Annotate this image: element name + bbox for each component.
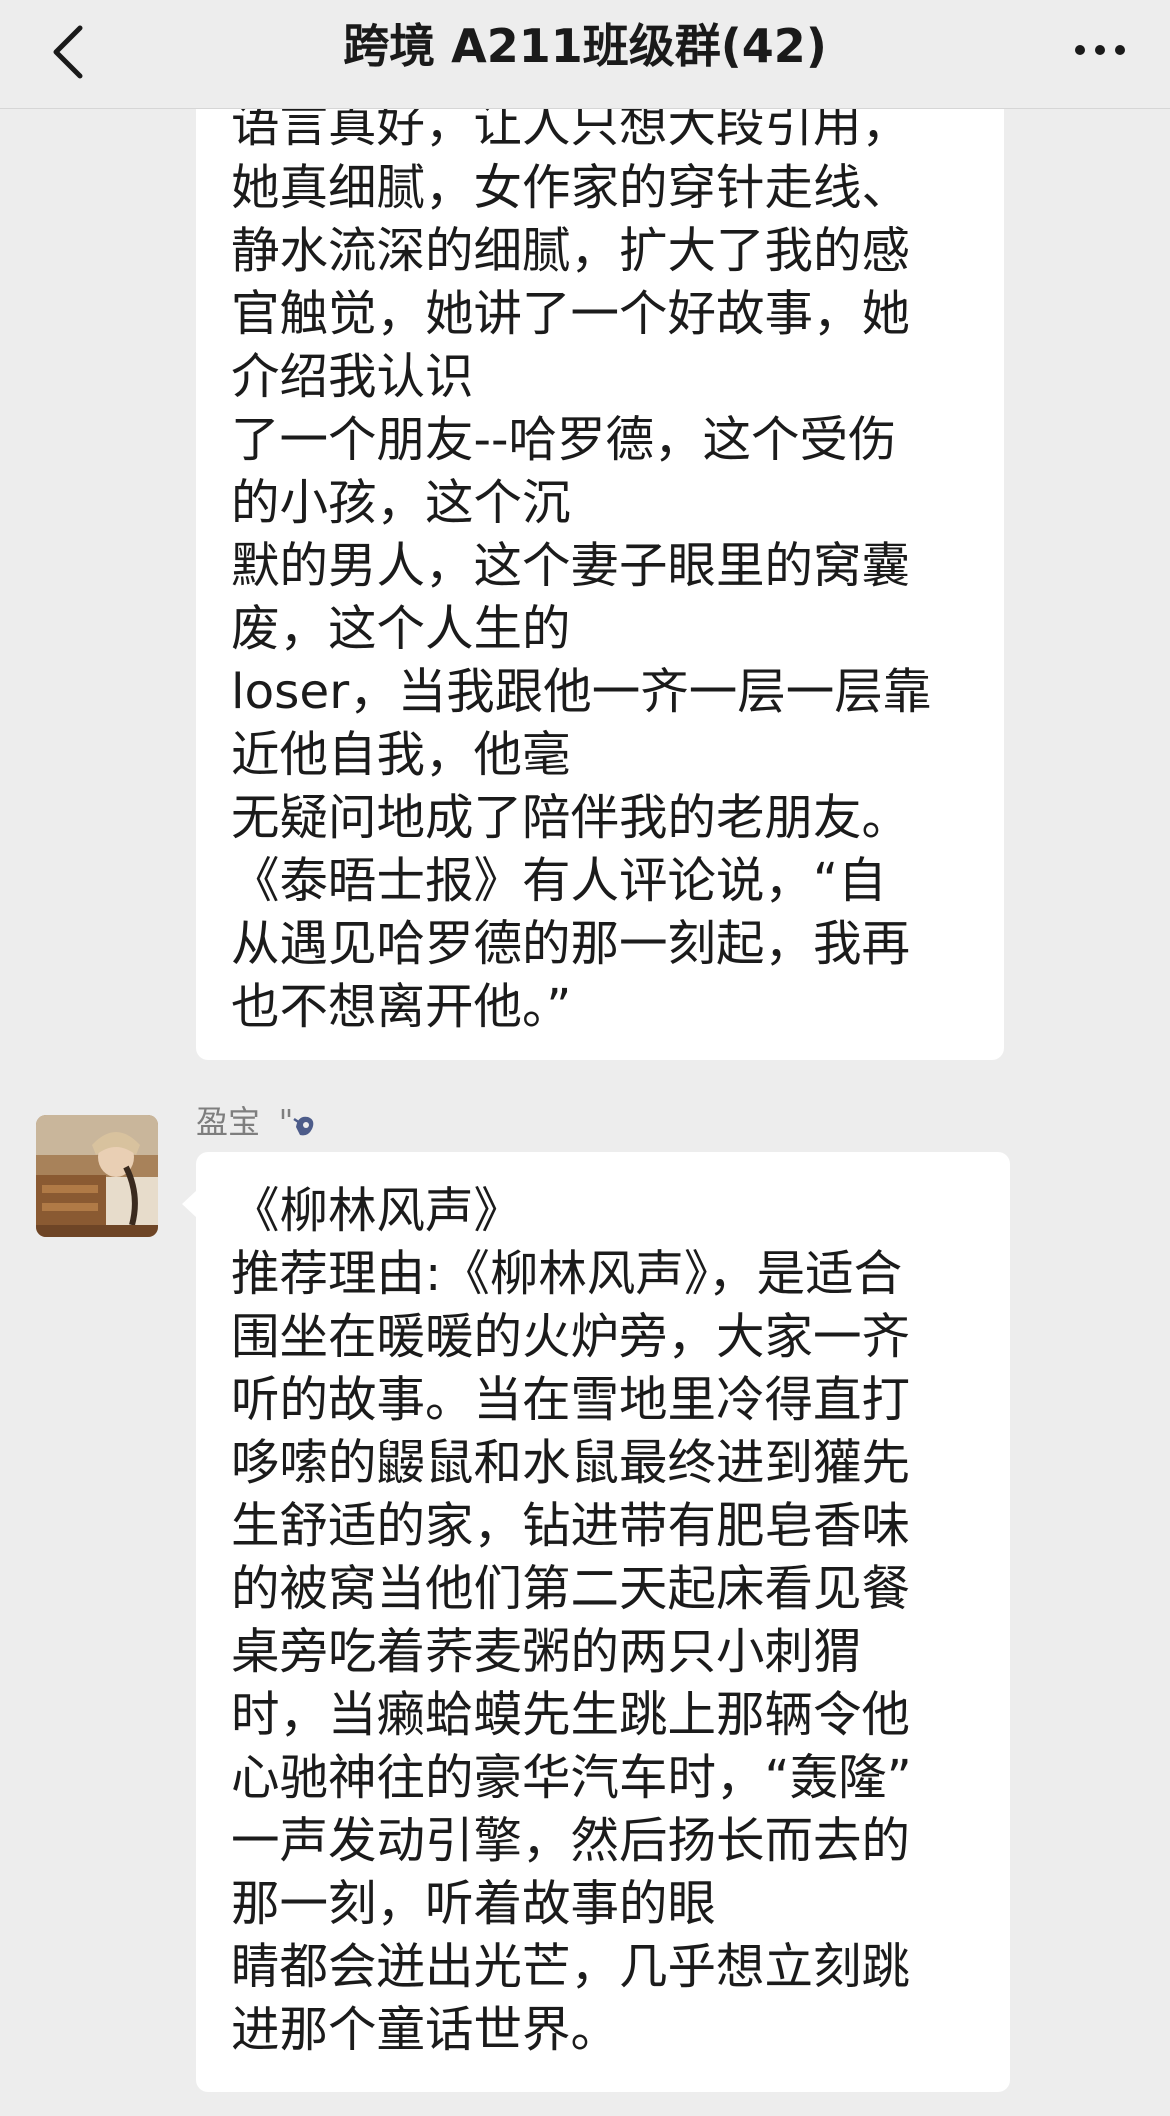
message-line: 介绍我认识 (231, 349, 474, 405)
message-line: 那一刻，听着故事的眼 (231, 1876, 717, 1932)
message-text: 语言真好，让人只想大段引用， 她真细腻，女作家的穿针走线、 静水流深的细腻，扩大… (231, 108, 931, 1039)
message-bubble[interactable]: 语言真好，让人只想大段引用， 她真细腻，女作家的穿针走线、 静水流深的细腻，扩大… (196, 108, 1004, 1060)
message-line: 《柳林风声》 (231, 1183, 523, 1239)
message-line: loser，当我跟他一齐一层一层靠 (231, 664, 932, 720)
message-line: 废，这个人生的 (231, 601, 571, 657)
message-line: 了一个朋友--哈罗德，这个受伤 (231, 412, 897, 468)
message-line: 也不想离开他。” (231, 979, 572, 1035)
sender-name-row: 盈宝 (196, 1102, 318, 1142)
more-options-icon[interactable] (1070, 30, 1130, 70)
message-line: 时，当癞蛤蟆先生跳上那辆令他 (231, 1687, 911, 1743)
message-line: 《泰晤士报》有人评论说，“自 (231, 853, 887, 909)
message-line: 无疑问地成了陪伴我的老朋友。 (231, 790, 911, 846)
message-line: 的被窝当他们第二天起床看见餐 (231, 1561, 911, 1617)
message-line: 官触觉，她讲了一个好故事，她 (231, 286, 911, 342)
sender-avatar[interactable] (36, 1115, 158, 1237)
message-line: 桌旁吃着荞麦粥的两只小刺猬 (231, 1624, 862, 1680)
avatar-image (36, 1115, 158, 1237)
message-line: 生舒适的家，钻进带有肥皂香味 (231, 1498, 911, 1554)
message-bubble[interactable]: 《柳林风声》 推荐理由:《柳林风声》，是适合 围坐在暖暖的火炉旁，大家一齐 听的… (182, 1152, 1010, 2092)
message-line: 从遇见哈罗德的那一刻起，我再 (231, 916, 911, 972)
message-line: 的小孩，这个沉 (231, 475, 571, 531)
message-line: 心驰神往的豪华汽车时，“轰隆” (231, 1750, 912, 1806)
message-line: 默的男人，这个妻子眼里的窝囊 (231, 538, 911, 594)
message-line: 进那个童话世界。 (231, 2002, 620, 2058)
message-line: 近他自我，他毫 (231, 727, 571, 783)
message-line: 哆嗦的鼹鼠和水鼠最终进到獾先 (231, 1435, 911, 1491)
message-line: 推荐理由:《柳林风声》，是适合 (231, 1246, 903, 1302)
sender-badge-icon (281, 1109, 314, 1136)
message-line: 一声发动引擎，然后扬长而去的 (231, 1813, 911, 1869)
sender-name: 盈宝 (196, 1103, 261, 1141)
message-line: 听的故事。当在雪地里冷得直打 (231, 1372, 911, 1428)
navigation-bar: 跨境 A211班级群(42) (0, 0, 1170, 109)
message-line: 语言真好，让人只想大段引用， (231, 108, 911, 153)
message-line: 她真细腻，女作家的穿针走线、 (231, 160, 911, 216)
chat-title: 跨境 A211班级群(42) (343, 19, 827, 73)
message-line: 静水流深的细腻，扩大了我的感 (231, 223, 911, 279)
message-line: 围坐在暖暖的火炉旁，大家一齐 (231, 1309, 911, 1365)
message-line: 睛都会迸出光芒，几乎想立刻跳 (231, 1939, 911, 1995)
message-text: 《柳林风声》 推荐理由:《柳林风声》，是适合 围坐在暖暖的火炉旁，大家一齐 听的… (231, 1180, 912, 2062)
chat-message-area[interactable]: 语言真好，让人只想大段引用， 她真细腻，女作家的穿针走线、 静水流深的细腻，扩大… (0, 108, 1170, 2116)
